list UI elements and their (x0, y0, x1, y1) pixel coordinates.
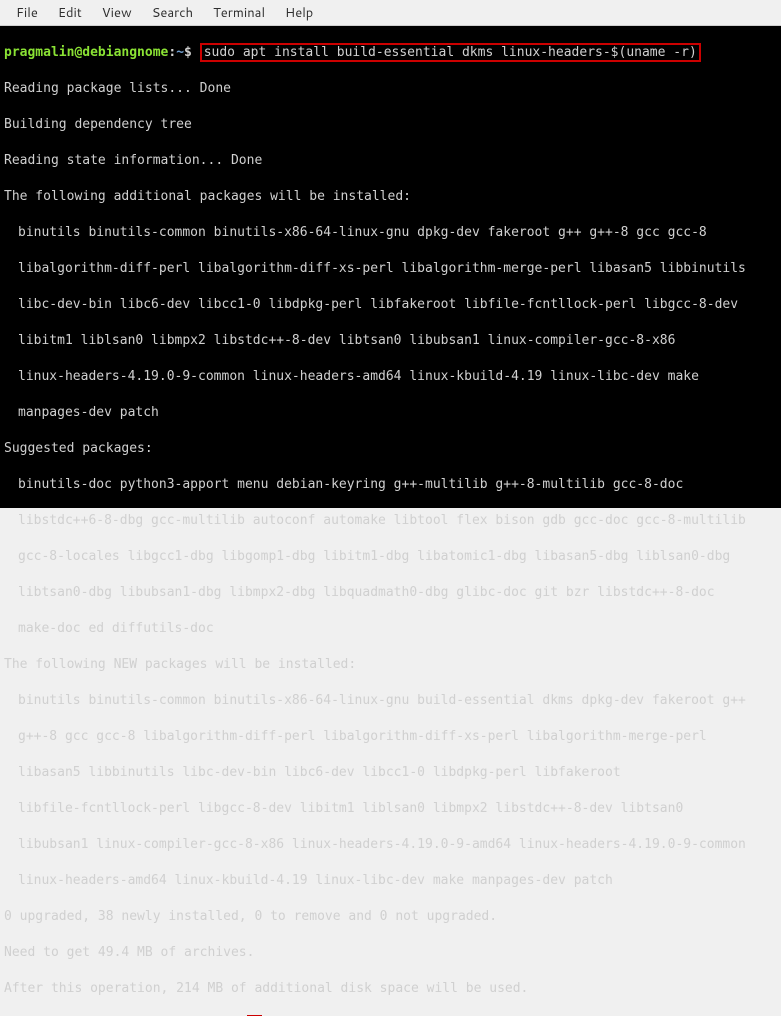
out-line: The following additional packages will b… (4, 188, 777, 206)
out-line: After this operation, 214 MB of addition… (4, 980, 777, 998)
menu-view[interactable]: View (92, 0, 142, 26)
out-line: libitm1 liblsan0 libmpx2 libstdc++-8-dev… (4, 332, 777, 350)
menu-search[interactable]: Search (142, 0, 203, 26)
menubar: File Edit View Search Terminal Help (0, 0, 781, 26)
menu-edit[interactable]: Edit (48, 0, 92, 26)
out-line: libfile-fcntllock-perl libgcc-8-dev libi… (4, 800, 777, 818)
terminal-output[interactable]: pragmalin@debiangnome:~$ sudo apt instal… (0, 26, 781, 508)
out-line: libalgorithm-diff-perl libalgorithm-diff… (4, 260, 777, 278)
menu-file[interactable]: File (6, 0, 48, 26)
prompt-user-host: pragmalin@debiangnome (4, 45, 168, 60)
out-line: binutils binutils-common binutils-x86-64… (4, 692, 777, 710)
out-line: libubsan1 linux-compiler-gcc-8-x86 linux… (4, 836, 777, 854)
prompt-sigil: $ (184, 45, 200, 60)
out-line: libasan5 libbinutils libc-dev-bin libc6-… (4, 764, 777, 782)
menu-help[interactable]: Help (275, 0, 323, 26)
out-line: The following NEW packages will be insta… (4, 656, 777, 674)
out-line: 0 upgraded, 38 newly installed, 0 to rem… (4, 908, 777, 926)
out-line: linux-headers-amd64 linux-kbuild-4.19 li… (4, 872, 777, 890)
out-line: binutils binutils-common binutils-x86-64… (4, 224, 777, 242)
prompt-line: pragmalin@debiangnome:~$ sudo apt instal… (4, 44, 777, 62)
out-line: gcc-8-locales libgcc1-dbg libgomp1-dbg l… (4, 548, 777, 566)
out-line: Need to get 49.4 MB of archives. (4, 944, 777, 962)
out-line: g++-8 gcc gcc-8 libalgorithm-diff-perl l… (4, 728, 777, 746)
menu-terminal[interactable]: Terminal (203, 0, 275, 26)
answer-highlight: Y (247, 1015, 263, 1016)
out-line: binutils-doc python3-apport menu debian-… (4, 476, 777, 494)
out-line: libc-dev-bin libc6-dev libcc1-0 libdpkg-… (4, 296, 777, 314)
out-line: make-doc ed diffutils-doc (4, 620, 777, 638)
out-line: Building dependency tree (4, 116, 777, 134)
out-line: Reading state information... Done (4, 152, 777, 170)
out-line: Suggested packages: (4, 440, 777, 458)
out-line: linux-headers-4.19.0-9-common linux-head… (4, 368, 777, 386)
prompt-path: ~ (176, 45, 184, 60)
out-line: libtsan0-dbg libubsan1-dbg libmpx2-dbg l… (4, 584, 777, 602)
out-line: libstdc++6-8-dbg gcc-multilib autoconf a… (4, 512, 777, 530)
out-line: manpages-dev patch (4, 404, 777, 422)
out-line: Reading package lists... Done (4, 80, 777, 98)
command-highlight: sudo apt install build-essential dkms li… (200, 43, 701, 62)
